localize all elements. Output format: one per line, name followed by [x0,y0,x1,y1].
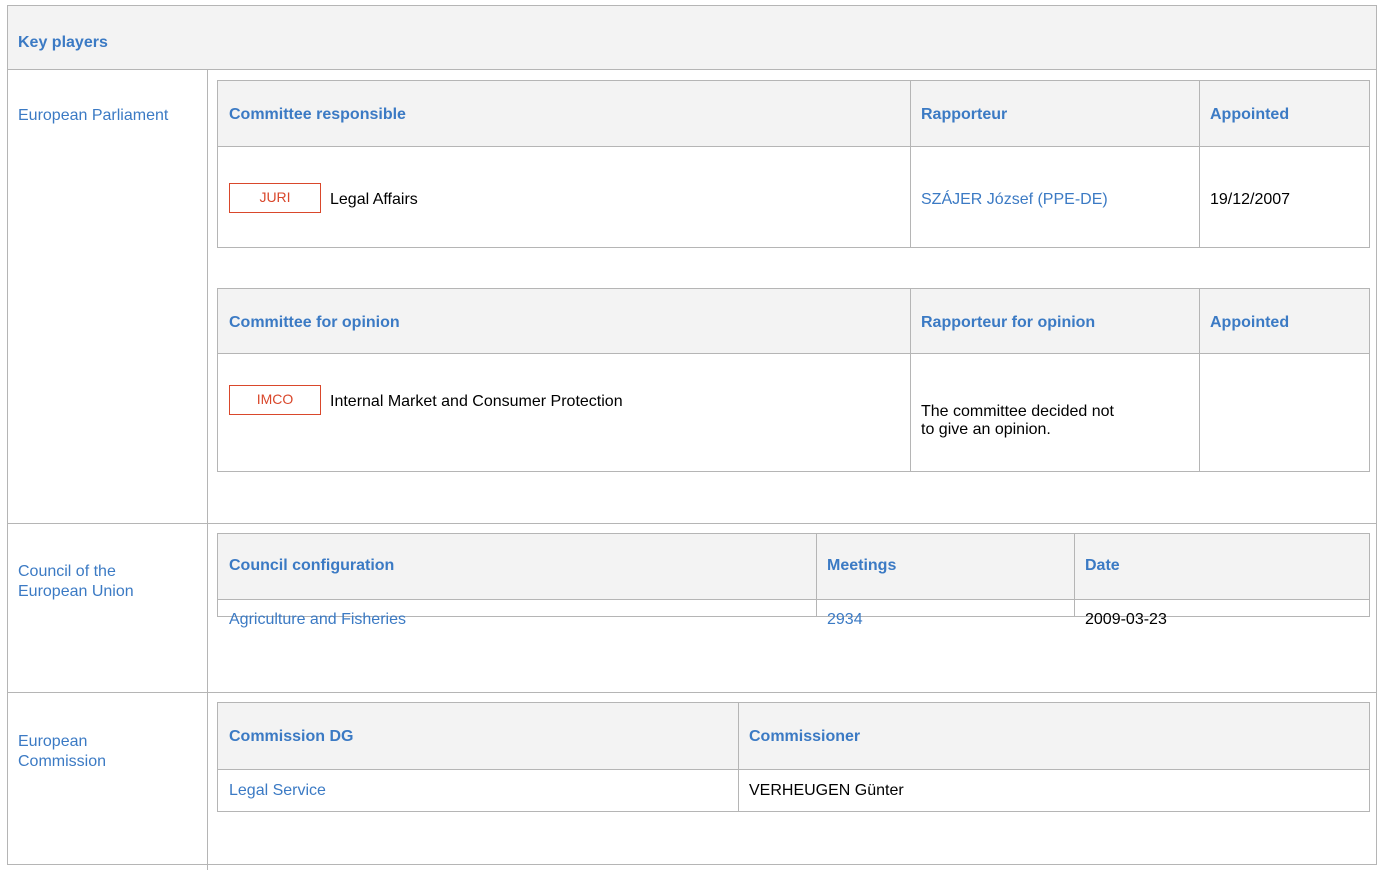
meeting-link[interactable]: 2934 [827,611,863,629]
committee-opinion-table: Committee for opinion Rapporteur for opi… [217,288,1370,472]
commission-label[interactable]: European Commission [18,732,198,772]
appointed-heading: Appointed [1210,314,1290,331]
commissioner-heading: Commissioner [749,728,861,745]
council-table: Council configuration Meetings Date Agri… [217,533,1370,628]
key-players-panel: Key players European Parliament Committe… [7,5,1377,870]
key-players-title: Key players [18,34,108,51]
council-label[interactable]: Council of the European Union [18,562,198,602]
committee-badge-juri[interactable]: JURI [229,183,321,213]
rapporteur-heading: Rapporteur [921,106,1008,123]
council-configuration-heading: Council configuration [229,557,395,574]
council-configuration-link[interactable]: Agriculture and Fisheries [229,611,406,629]
column-divider [910,81,911,247]
commission-table: Commission DG Commissioner Legal Service… [217,702,1370,812]
section-divider [8,523,1376,524]
committee-name: Legal Affairs [330,191,418,208]
column-divider [816,534,817,616]
column-divider [1199,289,1200,471]
opinion-committee-name: Internal Market and Consumer Protection [330,393,623,410]
commission-dg-heading: Commission DG [229,728,354,745]
meeting-date: 2009-03-23 [1085,611,1167,628]
label-column-divider [207,70,208,870]
column-divider [910,289,911,471]
opinion-note-line2: to give an opinion. [921,421,1051,438]
column-divider [738,703,739,811]
rapporteur-opinion-heading: Rapporteur for opinion [921,314,1096,331]
commissioner-name: VERHEUGEN Günter [749,782,904,799]
key-players-header: Key players [8,6,1376,70]
rapporteur-link[interactable]: SZÁJER József (PPE-DE) [921,191,1108,209]
committee-responsible-heading: Committee responsible [229,106,406,123]
commission-label-line2: Commission [18,753,107,770]
appointed-heading: Appointed [1210,106,1290,123]
parliament-label-text: European Parliament [18,107,169,124]
committee-opinion-heading: Committee for opinion [229,314,400,331]
committee-badge-imco[interactable]: IMCO [229,385,321,415]
column-divider [1199,81,1200,247]
opinion-note-line1: The committee decided not [921,403,1114,420]
commission-label-line1: European [18,733,88,750]
date-heading: Date [1085,557,1120,574]
commission-dg-link[interactable]: Legal Service [229,782,326,800]
committee-responsible-table: Committee responsible Rapporteur Appoint… [217,80,1370,248]
parliament-label[interactable]: European Parliament [18,106,198,126]
column-divider [1074,534,1075,616]
appointed-date: 19/12/2007 [1210,191,1291,208]
meetings-heading: Meetings [827,557,897,574]
section-divider [8,692,1376,693]
council-label-line2: European Union [18,583,134,600]
council-label-line1: Council of the [18,563,116,580]
